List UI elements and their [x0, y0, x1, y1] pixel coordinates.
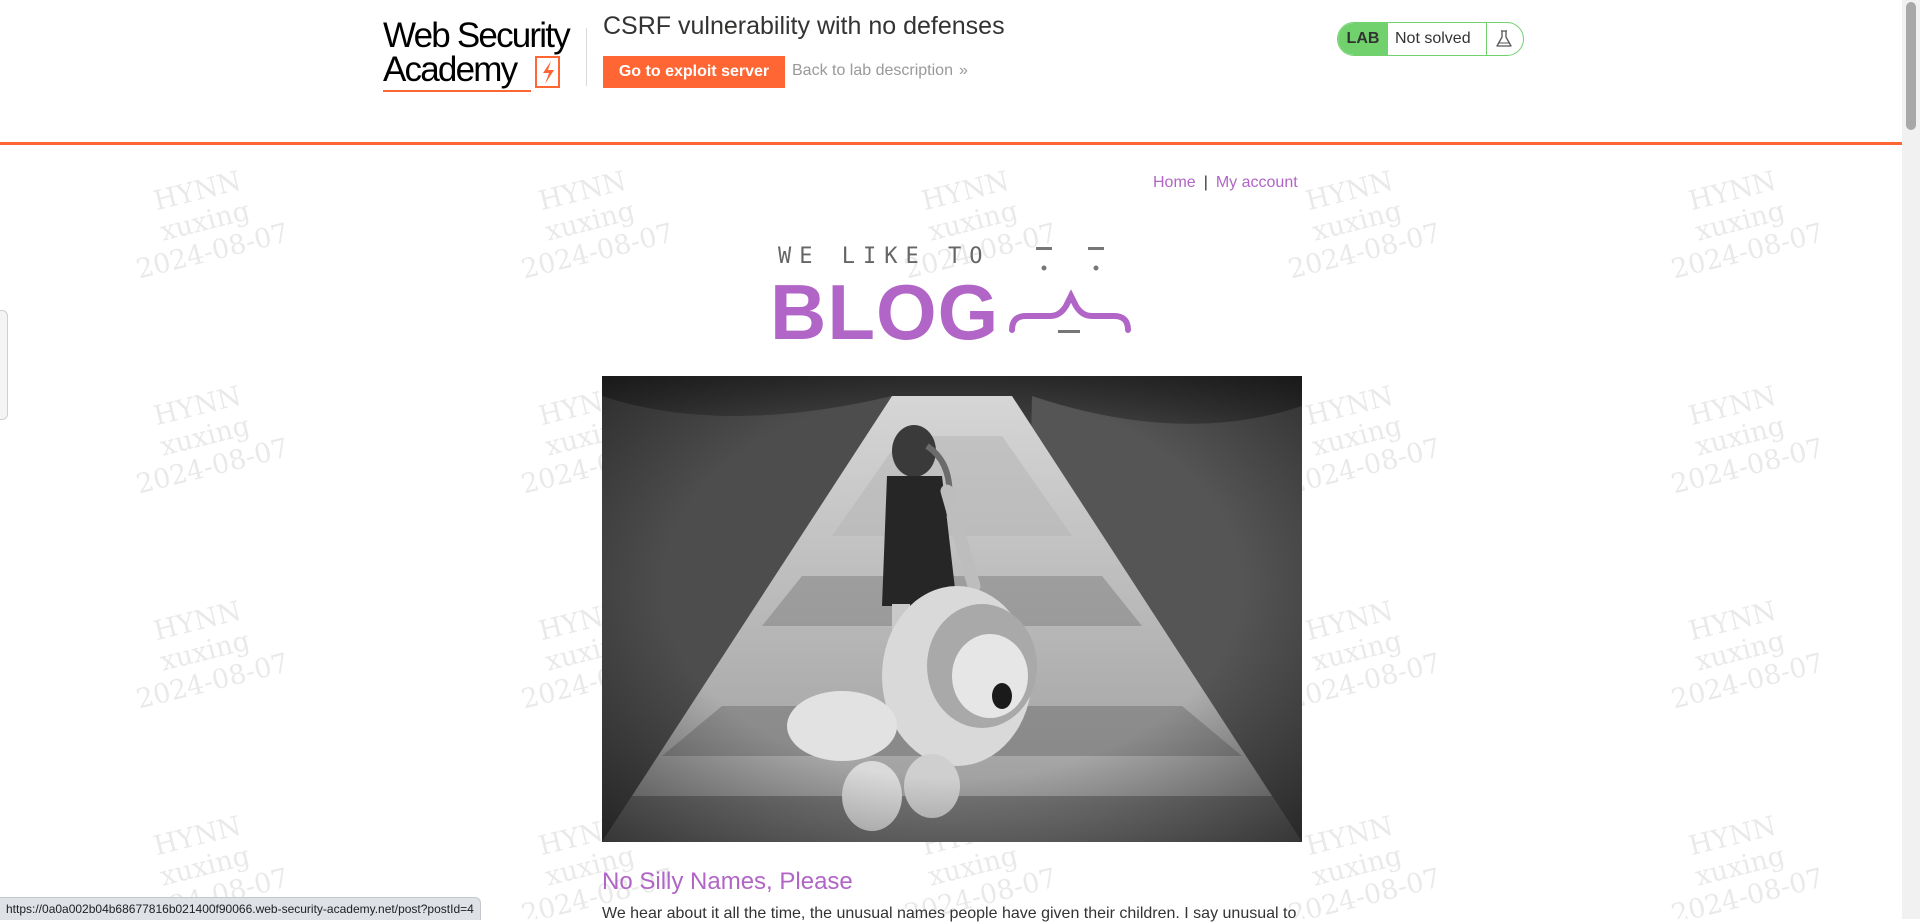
banner-tagline: WE LIKE TO	[778, 244, 991, 269]
double-chevron-right-icon: »	[958, 62, 968, 79]
logo-text-line2: Academy	[383, 50, 518, 89]
watermark-text: HYNNxuxing2024-08-07	[1668, 380, 1827, 501]
watermark-text: HYNNxuxing2024-08-07	[133, 380, 292, 501]
girl-with-teddy-photo	[602, 376, 1302, 842]
logo-text-line1: Web Security	[383, 16, 571, 55]
banner-title: BLOG	[770, 268, 1000, 356]
flask-icon[interactable]	[1494, 29, 1514, 49]
post-image[interactable]	[602, 376, 1302, 842]
logo-bolt-icon	[535, 56, 560, 88]
watermark-text: HYNNxuxing2024-08-07	[1668, 595, 1827, 716]
post-title-link[interactable]: No Silly Names, Please	[602, 868, 853, 896]
header-divider	[586, 28, 587, 86]
scrollbar-thumb[interactable]	[1906, 2, 1916, 130]
vertical-scrollbar[interactable]	[1902, 0, 1920, 919]
nav-my-account-link[interactable]: My account	[1216, 174, 1298, 191]
side-panel-handle[interactable]	[0, 310, 8, 420]
browser-status-bar-url: https://0a0a002b04b68677816b021400f90066…	[0, 897, 481, 920]
watermark-text: HYNNxuxing2024-08-07	[1668, 810, 1827, 919]
lab-status-divider	[1486, 23, 1487, 55]
watermark-text: HYNNxuxing2024-08-07	[133, 165, 292, 286]
back-link-label: Back to lab description	[792, 62, 953, 79]
blog-banner: WE LIKE TO BLOG	[770, 240, 1131, 352]
logo-underline	[383, 90, 531, 92]
go-to-exploit-server-button[interactable]: Go to exploit server	[603, 56, 785, 88]
post-excerpt: We hear about it all the time, the unusu…	[602, 905, 1297, 922]
watermark-text: HYNNxuxing2024-08-07	[518, 165, 677, 286]
blog-navigation: Home | My account	[1153, 174, 1298, 192]
lab-status-widget: LAB Not solved	[1337, 22, 1524, 56]
web-security-academy-logo[interactable]: Web Security Academy	[383, 18, 583, 94]
banner-face-icon	[1009, 247, 1131, 333]
lab-title: CSRF vulnerability with no defenses	[603, 12, 1005, 40]
nav-home-link[interactable]: Home	[1153, 174, 1196, 191]
watermark-text: HYNNxuxing2024-08-07	[133, 595, 292, 716]
lab-status-text: Not solved	[1395, 30, 1471, 47]
lab-header: Web Security Academy CSRF vulnerability …	[0, 0, 1902, 145]
lab-badge: LAB	[1338, 23, 1388, 55]
watermark-text: HYNNxuxing2024-08-07	[1668, 165, 1827, 286]
back-to-lab-description-link[interactable]: Back to lab description »	[792, 62, 968, 80]
nav-separator: |	[1203, 174, 1208, 191]
